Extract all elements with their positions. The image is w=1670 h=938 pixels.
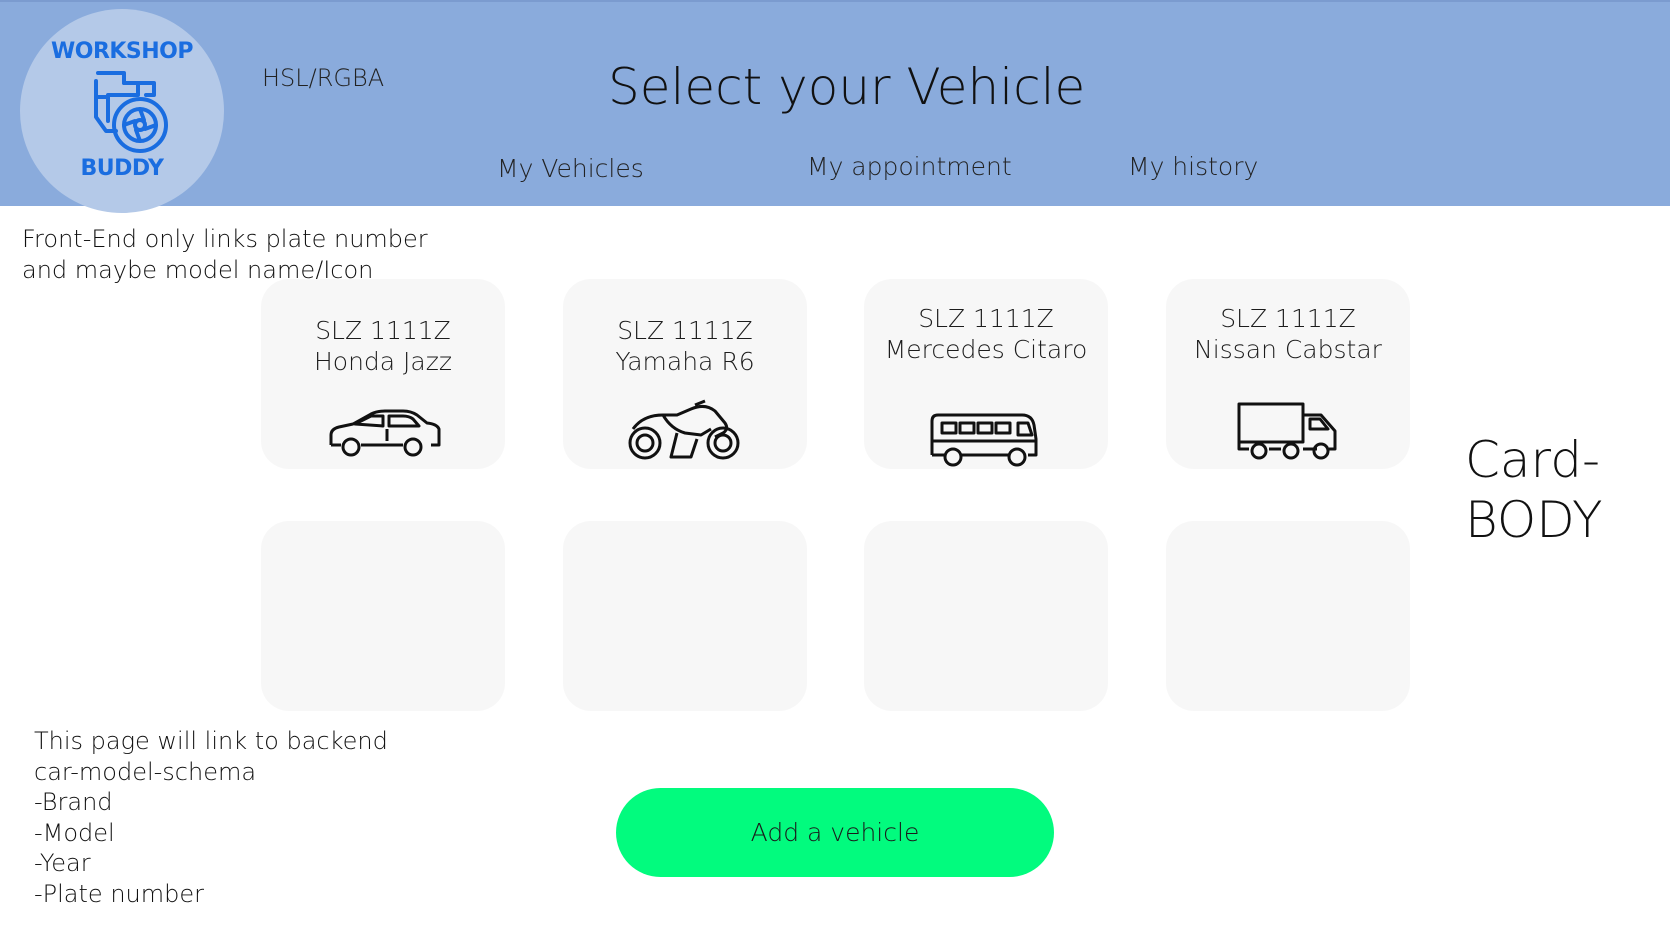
vehicle-plate: SLZ 1111Z <box>1220 304 1356 333</box>
card-body-line: Card- <box>1465 431 1601 489</box>
empty-vehicle-card[interactable] <box>261 521 505 711</box>
note-line: -Brand <box>34 788 113 816</box>
bus-icon <box>930 413 1038 467</box>
nav-my-appointment[interactable]: My appointment <box>807 152 1012 181</box>
vehicle-plate: SLZ 1111Z <box>315 316 451 345</box>
empty-vehicle-card[interactable] <box>1166 521 1410 711</box>
note-line: Front-End only links plate number <box>22 225 428 253</box>
note-line: car-model-schema <box>34 757 257 786</box>
vehicle-card-text: SLZ 1111Z Yamaha R6 <box>563 315 807 377</box>
header-bar: WORKSHOP BUDDY HSL/RGBA Select your Vehi… <box>0 0 1670 213</box>
note-line: -Model <box>34 818 115 847</box>
motorcycle-icon <box>628 399 740 460</box>
truck-icon <box>1237 402 1337 460</box>
vehicle-model: Yamaha R6 <box>615 347 755 376</box>
frontend-note: Front-End only links plate number and ma… <box>22 224 428 286</box>
backend-note: This page will link to backend car-model… <box>34 726 388 909</box>
engine-turbo-icon <box>94 71 168 153</box>
vehicle-card-text: SLZ 1111Z Honda Jazz <box>261 315 505 377</box>
empty-vehicle-card[interactable] <box>563 521 807 711</box>
car-icon <box>329 409 441 457</box>
vehicle-model: Mercedes Citaro <box>884 335 1088 364</box>
note-line: -Year <box>34 849 91 877</box>
vehicle-card-text: SLZ 1111Z Nissan Cabstar <box>1166 303 1410 365</box>
card-body-line: BODY <box>1465 491 1603 549</box>
workshop-buddy-logo[interactable]: WORKSHOP BUDDY <box>20 9 224 213</box>
page-title: Select your Vehicle <box>608 58 1086 116</box>
vehicle-card-yamaha-r6[interactable]: SLZ 1111Z Yamaha R6 <box>563 279 807 469</box>
hsl-rgba-note: HSL/RGBA <box>262 64 385 92</box>
empty-vehicle-card[interactable] <box>864 521 1108 711</box>
vehicle-model: Honda Jazz <box>313 347 452 376</box>
card-body-annotation: Card- BODY <box>1465 430 1603 550</box>
nav-my-vehicles[interactable]: My Vehicles <box>497 154 644 183</box>
vehicle-plate: SLZ 1111Z <box>617 316 753 345</box>
vehicle-card-nissan-cabstar[interactable]: SLZ 1111Z Nissan Cabstar <box>1166 279 1410 469</box>
note-line: This page will link to backend <box>34 727 388 755</box>
vehicle-card-text: SLZ 1111Z Mercedes Citaro <box>864 303 1108 365</box>
vehicle-card-honda-jazz[interactable]: SLZ 1111Z Honda Jazz <box>261 279 505 469</box>
note-line: -Plate number <box>34 879 204 908</box>
logo-text-bottom: BUDDY <box>80 156 165 181</box>
vehicle-model: Nissan Cabstar <box>1194 335 1382 364</box>
vehicle-card-mercedes-citaro[interactable]: SLZ 1111Z Mercedes Citaro <box>864 279 1108 469</box>
add-vehicle-button[interactable]: Add a vehicle <box>616 788 1054 877</box>
logo-text-top: WORKSHOP <box>50 39 194 64</box>
vehicle-plate: SLZ 1111Z <box>918 304 1054 333</box>
nav-my-history[interactable]: My history <box>1128 152 1258 181</box>
